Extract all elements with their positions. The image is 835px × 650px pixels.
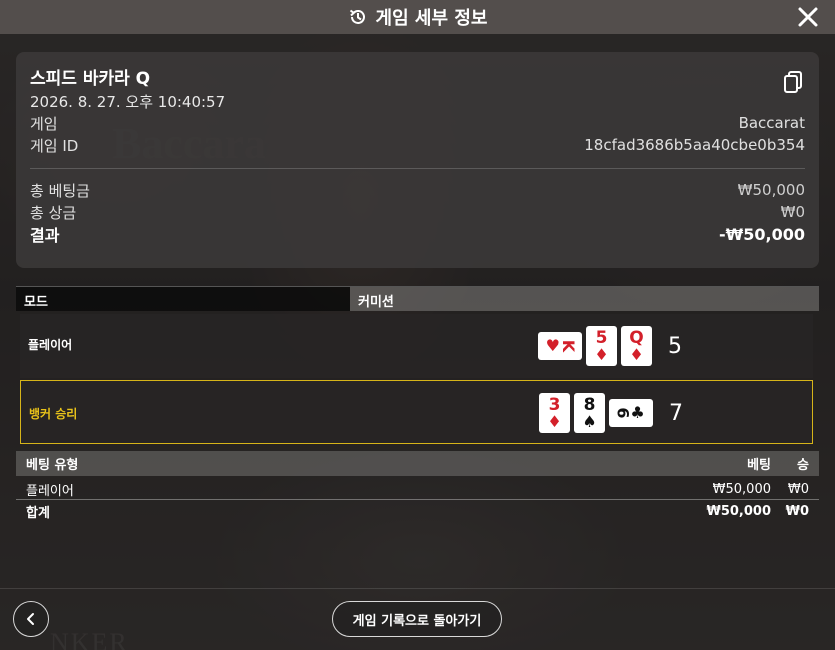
playing-card: 5 ♦ <box>586 326 617 366</box>
card-rank: K <box>559 339 579 353</box>
total-bet-cell: ₩50,000 <box>706 503 771 519</box>
mode-row: 모드 커미션 <box>16 286 819 311</box>
total-win-row: 총 상금 ₩0 <box>30 201 805 223</box>
total-bet-row: 총 베팅금 ₩50,000 <box>30 179 805 201</box>
playing-card: 8 ♠ <box>574 393 605 433</box>
game-type-row: 게임 Baccarat <box>30 112 805 134</box>
result-label: 결과 <box>30 226 60 245</box>
game-id-label: 게임 ID <box>30 136 79 155</box>
bet-type-cell: 플레이어 <box>26 484 74 499</box>
bet-amount-header: 베팅 <box>747 458 771 473</box>
footer-divider <box>0 588 835 589</box>
playing-card: 3 ♦ <box>539 393 570 433</box>
chevron-left-icon <box>27 613 34 625</box>
win-amount-header: 승 <box>797 458 809 473</box>
card-suit: ♦ <box>594 344 609 364</box>
history-icon <box>348 7 368 27</box>
total-win-cell: ₩0 <box>785 503 809 519</box>
bet-amount-cell: ₩50,000 <box>712 482 771 497</box>
game-id-row: 게임 ID 18cfad3686b5aa40cbe0b354 <box>30 134 805 156</box>
player-hand-row: 플레이어 ♥ K 5 ♦ Q ♦ 5 <box>20 314 813 378</box>
total-win-value: ₩0 <box>780 203 805 221</box>
player-label: 플레이어 <box>28 338 73 352</box>
playing-card: ♥ K <box>538 332 582 360</box>
mode-label: 모드 <box>16 286 350 311</box>
game-datetime: 2026. 8. 27. 오후 10:40:57 <box>30 93 226 111</box>
table-row: 플레이어 ₩50,000 ₩0 <box>16 480 819 500</box>
card-rank: 3 <box>548 394 561 415</box>
player-score: 5 <box>668 334 682 359</box>
game-name: 스피드 바카라 Q <box>30 69 151 89</box>
card-suit: ♦ <box>629 344 644 364</box>
game-type-label: 게임 <box>30 114 58 133</box>
total-win-label: 총 상금 <box>30 203 77 222</box>
player-cards: ♥ K 5 ♦ Q ♦ <box>538 326 652 366</box>
total-label: 합계 <box>26 505 50 521</box>
banker-score: 7 <box>669 401 683 426</box>
card-suit: ♠ <box>582 411 597 431</box>
total-bet-value: ₩50,000 <box>737 181 805 199</box>
bet-type-header: 베팅 유형 <box>26 458 79 473</box>
win-amount-cell: ₩0 <box>787 482 809 497</box>
banker-label: 뱅커 승리 <box>29 407 78 421</box>
modal-header: 게임 세부 정보 <box>0 0 835 34</box>
mode-value: 커미션 <box>350 286 819 311</box>
card-suit: ♥ <box>545 336 560 355</box>
result-value: -₩50,000 <box>718 224 805 244</box>
page-title: 게임 세부 정보 <box>375 8 488 29</box>
banker-cards: 3 ♦ 8 ♠ 6 ♣ <box>539 393 653 433</box>
game-id-value: 18cfad3686b5aa40cbe0b354 <box>584 136 805 154</box>
bet-table-header: 베팅 유형 베팅 승 <box>16 451 819 476</box>
title-wrap: 게임 세부 정보 <box>348 4 488 30</box>
back-to-history-button[interactable]: 게임 기록으로 돌아가기 <box>332 601 502 637</box>
close-button[interactable] <box>795 4 821 30</box>
game-type-value: Baccarat <box>738 114 805 132</box>
playing-card: 6 ♣ <box>609 399 653 427</box>
total-row: 합계 ₩50,000 ₩0 <box>16 501 819 521</box>
total-bet-label: 총 베팅금 <box>30 181 90 200</box>
card-rank: 6 <box>613 407 633 419</box>
card-rank: 5 <box>595 327 608 348</box>
game-summary-card: 스피드 바카라 Q 2026. 8. 27. 오후 10:40:57 게임 Ba… <box>16 52 819 268</box>
banker-hand-row: 뱅커 승리 3 ♦ 8 ♠ 6 ♣ 7 <box>20 380 813 444</box>
result-row: 결과 -₩50,000 <box>30 223 805 246</box>
playing-card: Q ♦ <box>621 326 652 366</box>
card-rank: 8 <box>583 394 596 415</box>
card-suit: ♦ <box>547 411 562 431</box>
close-icon <box>798 7 818 27</box>
card-rank: Q <box>629 327 644 348</box>
copy-icon[interactable] <box>783 70 803 94</box>
back-button[interactable] <box>13 601 49 637</box>
divider <box>30 168 805 169</box>
